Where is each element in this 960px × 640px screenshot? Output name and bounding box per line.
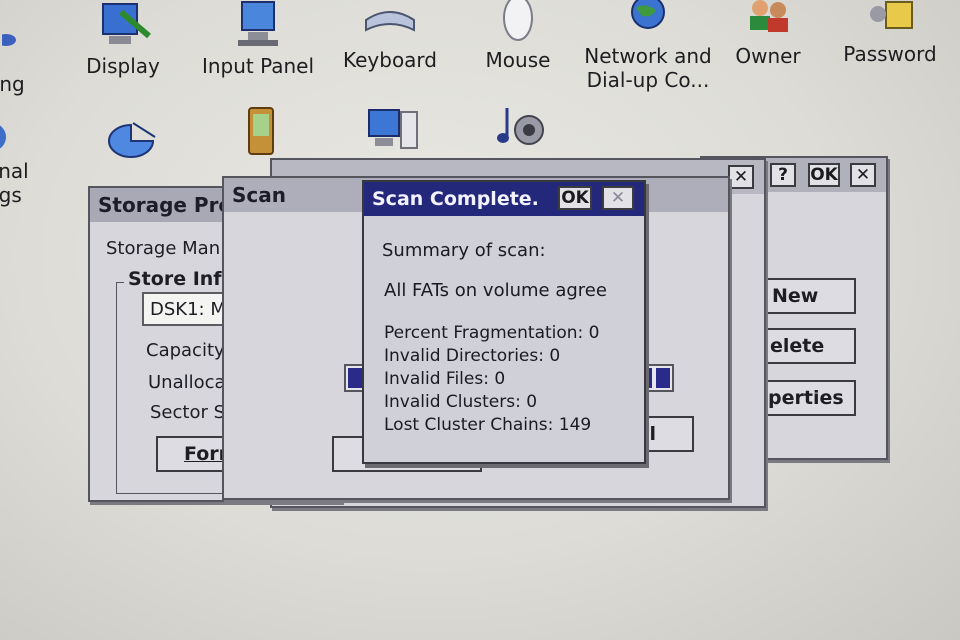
fat-agree-message: All FATs on volume agree [384,280,607,301]
network-item[interactable]: Network and Dial-up Co... [578,0,718,92]
keyboard-icon [360,0,420,50]
regional-settings-icon [0,18,22,68]
sector-size-label: Sector S [150,402,226,423]
close-button[interactable]: ✕ [602,186,634,210]
storage-window-title: Storage Pro [98,193,233,217]
owner-item[interactable]: Owner [728,0,808,68]
new-button[interactable]: New [762,278,856,314]
regional-settings-item[interactable]: ng [0,18,32,96]
stat-invalid-directories: Invalid Directories: 0 [384,346,561,366]
regional-icon [0,115,16,159]
display-icon [93,0,153,50]
password-icon [860,0,920,34]
regional-item[interactable]: onal ngs [0,115,42,207]
stat-lost-cluster-chains: Lost Cluster Chains: 149 [384,415,592,435]
sounds-item[interactable] [486,102,556,156]
unallocated-label: Unallocat [148,372,233,393]
icon-label: ng [0,72,25,96]
help-button[interactable]: ? [770,163,796,187]
store-info-label: Store Inf [124,268,226,290]
sounds-icon [491,102,551,152]
pda-icon [241,106,281,158]
password-item[interactable]: Password [840,0,940,66]
input-panel-item[interactable]: Input Panel [198,0,318,78]
icon-label: Keyboard [342,48,437,72]
stat-invalid-files: Invalid Files: 0 [384,369,506,389]
close-button[interactable]: ✕ [728,165,754,189]
properties-button[interactable]: perties [762,380,856,416]
icon-label: Display [86,54,160,78]
capacity-label: Capacity: [146,340,230,361]
icon-label: onal ngs [0,159,29,207]
mouse-item[interactable]: Mouse [478,0,558,72]
network-icon [618,0,678,40]
system-icon [365,106,425,156]
close-button[interactable]: ✕ [850,163,876,187]
owner-icon [738,0,798,36]
storage-manager-tab[interactable]: Storage Man [106,238,220,259]
delete-button[interactable]: elete [762,328,856,364]
scan-complete-title: Scan Complete. [372,188,539,210]
icon-label: Input Panel [201,54,315,78]
icon-label: Password [843,42,937,66]
ok-button[interactable]: OK [558,186,592,210]
keyboard-item[interactable]: Keyboard [340,0,440,78]
input-panel-icon [228,0,288,50]
scan-complete-dialog: Scan Complete. OK ✕ Summary of scan: All… [362,180,646,464]
storage-icon [101,115,161,165]
pda-item[interactable] [236,106,286,162]
system-item[interactable] [360,106,430,160]
scan-window-title: Scan [232,183,286,207]
scan-stats: Percent Fragmentation: 0 Invalid Directo… [384,322,600,437]
stat-percent-fragmentation: Percent Fragmentation: 0 [384,323,600,343]
icon-label: Mouse [485,48,551,72]
ok-button[interactable]: OK [808,163,840,187]
storage-item[interactable] [96,115,166,169]
stat-invalid-clusters: Invalid Clusters: 0 [384,392,538,412]
summary-heading: Summary of scan: [382,240,546,261]
icon-label: Owner [735,44,801,68]
store-select-value: DSK1: M [150,299,226,320]
display-item[interactable]: Display [78,0,168,78]
mouse-icon [488,0,548,44]
icon-label: Network and Dial-up Co... [584,44,712,92]
